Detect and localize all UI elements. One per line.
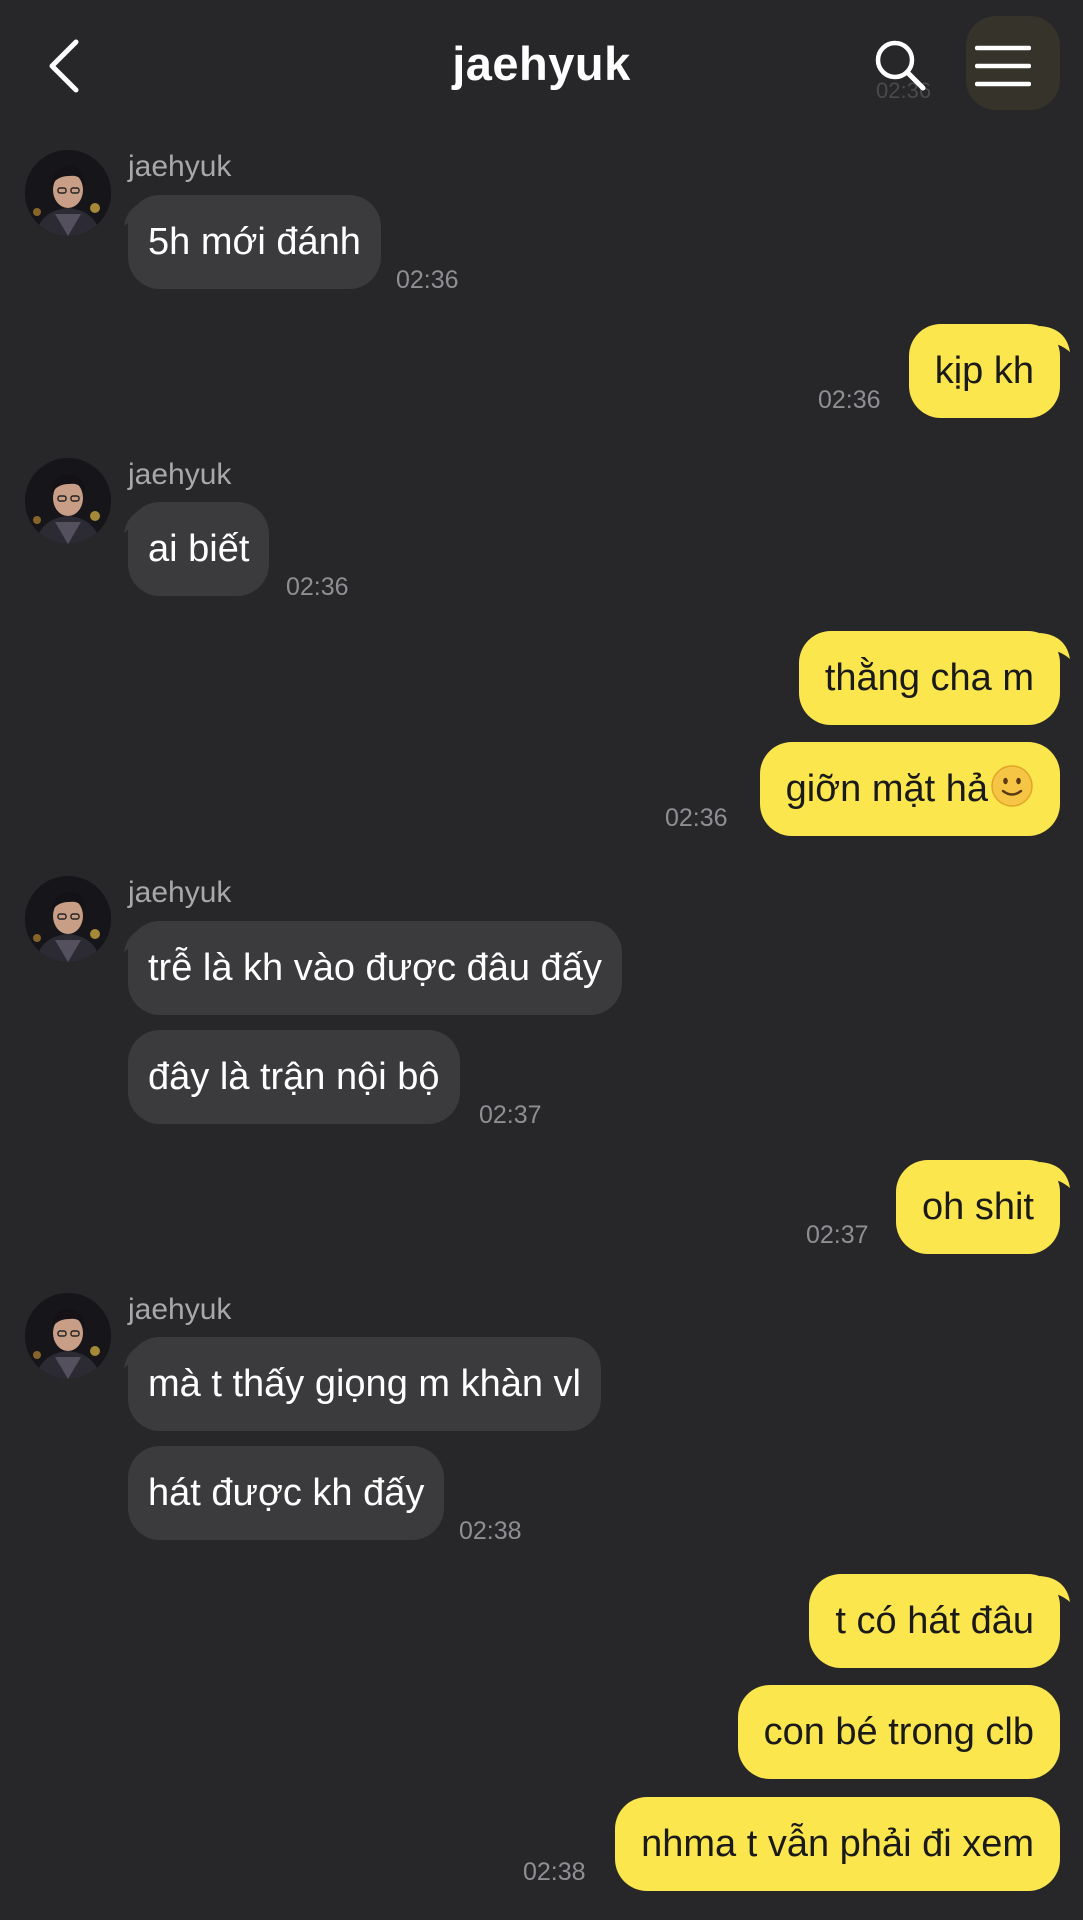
avatar-photo (25, 458, 111, 544)
message-text: ai biết (148, 528, 250, 570)
outgoing-bubble-tail (1040, 1162, 1070, 1188)
message-timestamp: 02:37 (806, 1221, 869, 1249)
outgoing-message[interactable]: nhma t vẫn phải đi xem (615, 1797, 1060, 1891)
message-text: mà t thấy giọng m khàn vl (148, 1363, 581, 1405)
message-text: nhma t vẫn phải đi xem (641, 1823, 1034, 1865)
message-timestamp: 02:36 (818, 386, 881, 414)
search-icon[interactable] (873, 38, 927, 92)
sender-name: jaehyuk (128, 1293, 232, 1326)
outgoing-message[interactable]: giỡn mặt hả (759, 742, 1060, 836)
message-text: đây là trận nội bộ (148, 1056, 440, 1098)
incoming-message[interactable]: đây là trận nội bộ (128, 1030, 460, 1124)
slightly-smiling-face-icon (991, 765, 1033, 807)
avatar[interactable] (25, 458, 111, 544)
message-text: hát được kh đấy (148, 1472, 425, 1514)
incoming-bubble-tail (124, 1342, 154, 1368)
incoming-bubble-tail (124, 200, 154, 226)
message-text: con bé trong clb (763, 1711, 1034, 1753)
outgoing-bubble-tail (1040, 1576, 1070, 1602)
avatar[interactable] (25, 150, 111, 236)
message-text: 5h mới đánh (148, 221, 361, 263)
sender-name: jaehyuk (128, 876, 232, 909)
outgoing-bubble-tail (1040, 633, 1070, 659)
incoming-bubble-tail (124, 926, 154, 952)
message-text: giỡn mặt hả (785, 768, 988, 810)
outgoing-message[interactable]: t có hát đâu (809, 1574, 1060, 1668)
outgoing-message[interactable]: kịp kh (908, 324, 1060, 418)
message-text: oh shit (922, 1186, 1034, 1228)
outgoing-message[interactable]: oh shit (896, 1160, 1060, 1254)
avatar-photo (25, 1293, 111, 1379)
message-text: kịp kh (934, 350, 1034, 392)
incoming-message[interactable]: 5h mới đánh (128, 195, 381, 289)
outgoing-bubble-tail (1040, 326, 1070, 352)
incoming-message[interactable]: mà t thấy giọng m khàn vl (128, 1337, 601, 1431)
avatar-photo (25, 876, 111, 962)
message-timestamp: 02:38 (459, 1517, 522, 1545)
message-text: thằng cha m (824, 657, 1034, 699)
sender-name: jaehyuk (128, 458, 232, 491)
avatar[interactable] (25, 876, 111, 962)
avatar-photo (25, 150, 111, 236)
incoming-bubble-tail (124, 507, 154, 533)
hamburger-menu-icon[interactable] (975, 44, 1031, 88)
message-text: trễ là kh vào được đâu đấy (148, 947, 602, 989)
avatar[interactable] (25, 1293, 111, 1379)
incoming-message[interactable]: hát được kh đấy (128, 1446, 445, 1540)
outgoing-message[interactable]: con bé trong clb (737, 1685, 1060, 1779)
outgoing-message[interactable]: thằng cha m (798, 631, 1060, 725)
chat-header: jaehyuk 02:36 (0, 0, 1083, 132)
message-timestamp: 02:37 (479, 1101, 542, 1129)
message-text: t có hát đâu (835, 1600, 1034, 1642)
message-timestamp: 02:38 (523, 1858, 586, 1886)
message-timestamp: 02:36 (286, 573, 349, 601)
message-timestamp: 02:36 (665, 804, 728, 832)
incoming-message[interactable]: trễ là kh vào được đâu đấy (128, 921, 622, 1015)
sender-name: jaehyuk (128, 150, 232, 183)
message-timestamp: 02:36 (396, 266, 459, 294)
